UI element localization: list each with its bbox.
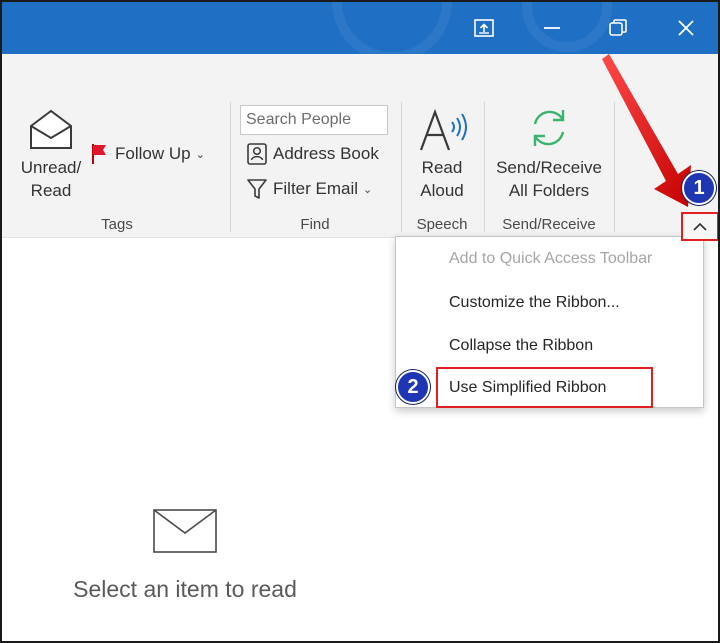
step-2-badge: 2 bbox=[396, 370, 430, 404]
menu-item-customize-the-ribbon[interactable]: Customize the Ribbon... bbox=[449, 294, 620, 312]
reading-pane-message: Select an item to read bbox=[73, 576, 297, 602]
restore-window-icon bbox=[474, 19, 494, 37]
unread-read-button[interactable]: Unread/ Read bbox=[14, 106, 88, 206]
unread-read-label-line1: Unread/ bbox=[20, 158, 82, 177]
group-separator bbox=[614, 102, 615, 232]
restore-window-button[interactable] bbox=[461, 8, 507, 48]
address-book-icon bbox=[247, 143, 267, 165]
send-receive-label-line2: All Folders bbox=[508, 181, 590, 200]
title-bar bbox=[2, 2, 718, 54]
send-receive-sync-icon bbox=[533, 110, 565, 146]
envelope-icon bbox=[153, 509, 217, 553]
close-button[interactable] bbox=[663, 8, 709, 48]
read-aloud-button[interactable]: Read Aloud bbox=[409, 106, 475, 206]
filter-email-label: Filter Email bbox=[273, 179, 359, 198]
read-aloud-label-line2: Aloud bbox=[420, 181, 464, 200]
group-separator bbox=[230, 102, 231, 232]
address-book-label: Address Book bbox=[273, 144, 379, 163]
envelope-open-icon bbox=[30, 109, 72, 149]
group-label-tags: Tags bbox=[101, 216, 133, 233]
read-aloud-icon bbox=[419, 108, 467, 151]
maximize-icon bbox=[609, 19, 627, 36]
group-label-find: Find bbox=[300, 216, 330, 233]
use-simplified-ribbon-highlight bbox=[436, 367, 653, 408]
outlook-window: Unread/ Read Follow Up ⌄ Tags Search Peo… bbox=[0, 0, 720, 643]
minimize-icon bbox=[544, 27, 560, 29]
read-aloud-label-line1: Read bbox=[421, 158, 463, 177]
address-book-button[interactable]: Address Book bbox=[247, 143, 379, 165]
maximize-button[interactable] bbox=[595, 8, 641, 48]
chevron-down-icon: ⌄ bbox=[363, 183, 373, 196]
chevron-up-icon bbox=[693, 222, 707, 231]
chevron-down-icon: ⌄ bbox=[195, 148, 205, 161]
group-label-speech: Speech bbox=[416, 216, 468, 233]
step-1-badge: 1 bbox=[682, 171, 716, 205]
filter-email-button[interactable]: Filter Email ⌄ bbox=[247, 178, 372, 200]
follow-up-label: Follow Up bbox=[115, 144, 191, 163]
ribbon: Unread/ Read Follow Up ⌄ Tags Search Peo… bbox=[2, 54, 718, 238]
group-separator bbox=[484, 102, 485, 232]
close-icon bbox=[678, 20, 694, 36]
title-bar-decoration bbox=[332, 2, 452, 54]
ribbon-display-options-button[interactable] bbox=[681, 212, 718, 241]
send-receive-all-folders-button[interactable]: Send/Receive All Folders bbox=[492, 106, 606, 206]
flag-icon bbox=[91, 143, 109, 165]
group-separator bbox=[401, 102, 402, 232]
unread-read-label-line2: Read bbox=[30, 181, 72, 200]
menu-item-collapse-the-ribbon[interactable]: Collapse the Ribbon bbox=[449, 337, 593, 355]
send-receive-label-line1: Send/Receive bbox=[496, 158, 602, 177]
filter-icon bbox=[247, 178, 267, 200]
minimize-button[interactable] bbox=[529, 8, 575, 48]
search-people-input[interactable]: Search People bbox=[240, 105, 388, 135]
group-label-send-receive: Send/Receive bbox=[502, 216, 596, 233]
menu-item-add-to-quick-access-toolbar[interactable]: Add to Quick Access Toolbar bbox=[449, 250, 652, 268]
follow-up-button[interactable]: Follow Up ⌄ bbox=[91, 143, 205, 165]
